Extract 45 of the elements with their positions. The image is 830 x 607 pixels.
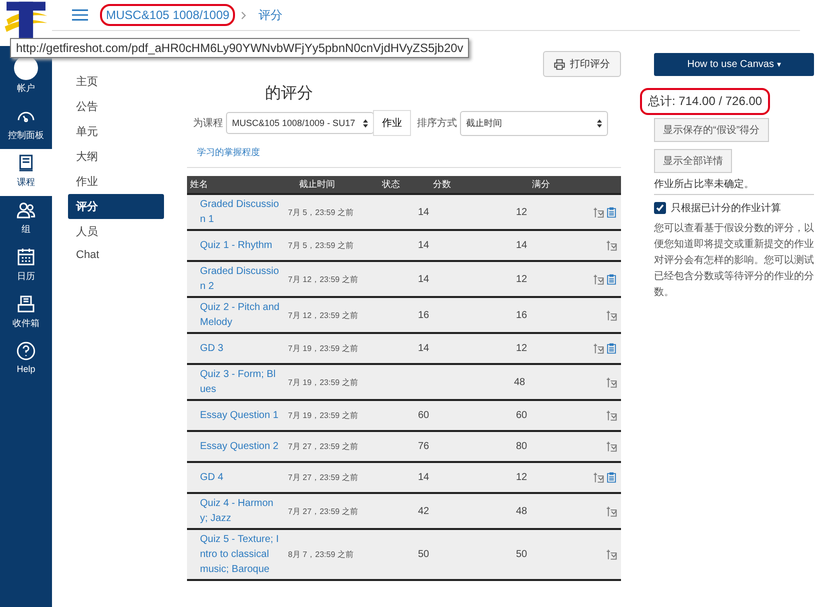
weight-note: 作业所占比率未确定。: [654, 177, 814, 195]
total-grade: 总计: 714.00 / 726.00: [640, 88, 770, 115]
due-date: 8月 7，23:59 之前: [288, 549, 354, 560]
points-possible: 12: [515, 343, 528, 354]
points-possible: 12: [515, 274, 528, 284]
due-date: 7月 5，23:59 之前: [288, 206, 354, 218]
score: 14: [417, 274, 430, 284]
page-title: 的评分: [265, 84, 313, 104]
score: 14: [417, 240, 430, 251]
score: 16: [417, 310, 430, 320]
score: 60: [417, 410, 430, 421]
points-possible: 48: [515, 506, 528, 516]
score: 42: [417, 506, 430, 516]
points-possible: 16: [515, 310, 528, 320]
due-date: 7月 19，23:59 之前: [288, 376, 359, 388]
due-date: 7月 27，23:59 之前: [288, 441, 359, 452]
points-possible: 14: [515, 240, 528, 251]
score: 14: [417, 472, 430, 483]
points-possible: 50: [515, 549, 528, 560]
due-date: 7月 12，23:59 之前: [288, 310, 359, 320]
column-header: 状态: [381, 178, 401, 191]
info-text: 您可以查看基于假设分数的评分，以便您知道即将提交或重新提交的作业对评分会有怎样的影响。您可以测试已经包含分数或等待评分的作业的分数。: [654, 222, 814, 300]
points-possible: 60: [515, 410, 528, 421]
url-tooltip: http://getfireshot.com/pdf_aHR0cHM6Ly90YWNvbWFjYy5pbnN0cnVjdHVyZS5jb20v: [10, 38, 470, 58]
score: 76: [417, 441, 430, 452]
points-possible: 80: [515, 441, 528, 452]
points-possible: 12: [515, 206, 528, 218]
column-header: 姓名: [189, 178, 209, 191]
due-date: 7月 19，23:59 之前: [288, 343, 359, 354]
due-date: 7月 27，23:59 之前: [288, 506, 359, 516]
filter-label: 排序方式: [417, 116, 457, 130]
column-header: 满分: [531, 178, 551, 191]
score: 14: [417, 206, 430, 218]
column-header: 截止时间: [298, 178, 336, 191]
due-date: 7月 12，23:59 之前: [288, 274, 359, 284]
due-date: 7月 5，23:59 之前: [288, 240, 354, 251]
checkbox-label: 只根据已计分的作业计算: [671, 202, 781, 215]
points-possible: 12: [515, 472, 528, 483]
due-date: 7月 27，23:59 之前: [288, 472, 359, 483]
due-date: 7月 19，23:59 之前: [288, 410, 359, 421]
points-possible: 48: [513, 376, 526, 388]
score: 14: [417, 343, 430, 354]
filter-label: 为课程: [193, 116, 223, 130]
column-header: 分数: [432, 178, 452, 191]
score: 50: [417, 549, 430, 560]
